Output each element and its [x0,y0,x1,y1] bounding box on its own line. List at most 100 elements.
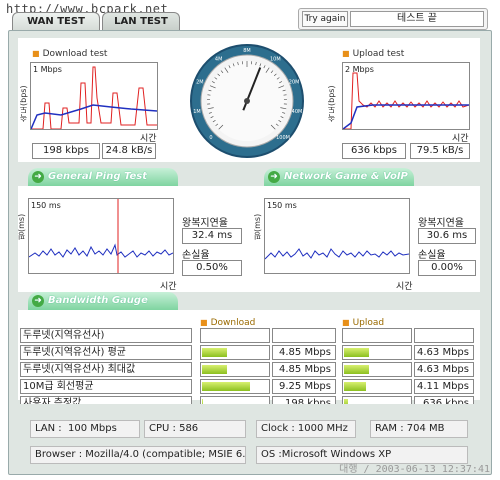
footer-timestamp: 대행 / 2003-06-13 12:37:41 [339,464,490,475]
gauge-label: 2M [196,79,204,85]
ping-scale: 150 ms [31,201,61,210]
speed-gauge: 0 1M 2M 4M 8M 10M 20M 40M 100M [190,44,304,158]
ping-loss-value: 0.50% [182,260,242,276]
upload-title: ■ Upload test [342,49,404,59]
bw-upload-value: 4.63 Mbps [414,362,474,377]
clock-value: 1000 MHz [297,423,348,434]
bw-upload-value: 4.11 Mbps [414,379,474,394]
upload-title-text: Upload test [352,49,405,59]
gauge-label: 0 [209,135,212,141]
ram-info: RAM : 704 MB [370,420,468,438]
upload-avg-line [342,104,469,130]
os-label: OS : [261,449,282,460]
ram-value: 704 MB [406,423,445,434]
download-speed-line [31,66,157,130]
download-title-text: Download test [42,49,108,59]
ping-line [28,243,174,258]
ping-loss-label: 손실율 [182,250,210,261]
game-loss-label: 손실율 [418,250,446,261]
bw-upload-bar [342,362,412,377]
gauge-label: 20M [289,79,300,85]
gauge-label: 40M [292,109,303,115]
download-yaxis-label: 속도(bps) [19,85,28,122]
upload-scale: 2 Mbps [345,65,374,74]
upload-speed-line [343,72,470,130]
bw-download-bar [200,328,270,343]
bw-col-upload: ■ Upload [342,318,384,328]
gauge-label: 100M [276,135,290,141]
tab-lan-test[interactable]: LAN TEST [102,12,180,30]
try-again-button[interactable]: Try again [302,11,348,27]
game-test-header: ➜Network Game & VoIP Test [264,168,414,200]
upload-speed-Bps: 79.5 kB/s [410,143,470,159]
game-rtt-label: 왕복지연율 [418,218,464,229]
ping-test-header: ➜ General Ping Test [28,168,178,186]
gauge-label: 8M [243,48,251,54]
game-line [264,248,410,260]
orange-square-icon: ■ [342,49,350,58]
ping-chart: 150 ms [28,198,174,274]
bw-upload-bar-fill [344,382,367,391]
download-title: ■ Download test [32,49,107,59]
lan-label: LAN : [35,423,62,434]
os-value: Microsoft Windows XP [281,449,392,460]
gauge-label: 4M [215,57,223,63]
bw-row-label: 10M급 회선평균 [20,379,192,394]
ping-yaxis-label: 핑(ms) [17,213,26,240]
game-scale: 150 ms [267,201,297,210]
game-chart-svg [264,248,410,260]
ram-label: RAM : [375,423,404,434]
bw-upload-bar-fill [344,348,370,357]
clock-label: Clock : [261,423,295,434]
game-xaxis-label: 시간 [396,282,413,292]
browser-info: Browser : Mozilla/4.0 (compatible; MSIE … [30,446,246,464]
tab-wan-test[interactable]: WAN TEST [12,12,100,30]
bw-col-download: ■ Download [200,318,255,328]
orange-square-icon: ■ [342,318,350,327]
bw-upload-bar [342,345,412,360]
bw-row-label: 두루넷(지역유선사) 평균 [20,345,192,360]
ping-header-text: General Ping Test [48,171,148,182]
clock-info: Clock : 1000 MHz [256,420,356,438]
ping-rtt-label: 왕복지연율 [182,218,228,229]
orange-square-icon: ■ [32,49,40,58]
bandwidth-header: ➜ Bandwidth Gauge [28,292,178,310]
cpu-value: 586 [179,423,199,434]
orange-square-icon: ■ [200,318,208,327]
gauge-label: 1M [193,109,201,115]
download-scale: 1 Mbps [33,65,62,74]
ping-xaxis-label: 시간 [160,282,177,292]
lan-value: 100 Mbps [68,423,117,434]
bw-download-bar [200,345,270,360]
lan-info: LAN : 100 Mbps [30,420,140,438]
upload-yaxis-label: 속도(bps) [327,85,336,122]
cpu-info: CPU : 586 [144,420,246,438]
browser-value: Mozilla/4.0 (compatible; MSIE 6.0 [85,449,246,460]
game-yaxis-label: 핑(ms) [253,213,262,240]
bw-download-bar-fill [202,365,228,374]
download-speed-Bps: 24.8 kB/s [102,143,156,159]
download-speed-bps: 198 kbps [32,143,100,159]
ping-chart-svg [28,199,174,273]
bw-download-bar [200,379,270,394]
upload-chart: 2 Mbps [342,62,470,130]
download-chart: 1 Mbps [30,62,158,130]
bw-download-value: 4.85 Mbps [272,362,336,377]
bw-row-label: 두루넷(지역유선사) [20,328,192,343]
bw-upload-bar-fill [344,365,370,374]
upload-speed-bps: 636 kbps [342,143,406,159]
bw-download-bar-fill [202,382,250,391]
bw-col-download-text: Download [210,318,256,328]
ping-rtt-value: 32.4 ms [182,228,242,244]
game-chart: 150 ms [264,198,410,274]
arrow-right-icon: ➜ [268,171,280,183]
bw-upload-value [414,328,474,343]
game-loss-value: 0.00% [418,260,476,276]
bw-download-bar-fill [202,348,228,357]
bw-download-bar [200,362,270,377]
bw-download-value: 4.85 Mbps [272,345,336,360]
game-rtt-value: 30.6 ms [418,228,476,244]
arrow-right-icon: ➜ [32,171,44,183]
bw-upload-bar [342,379,412,394]
bw-download-value: 9.25 Mbps [272,379,336,394]
